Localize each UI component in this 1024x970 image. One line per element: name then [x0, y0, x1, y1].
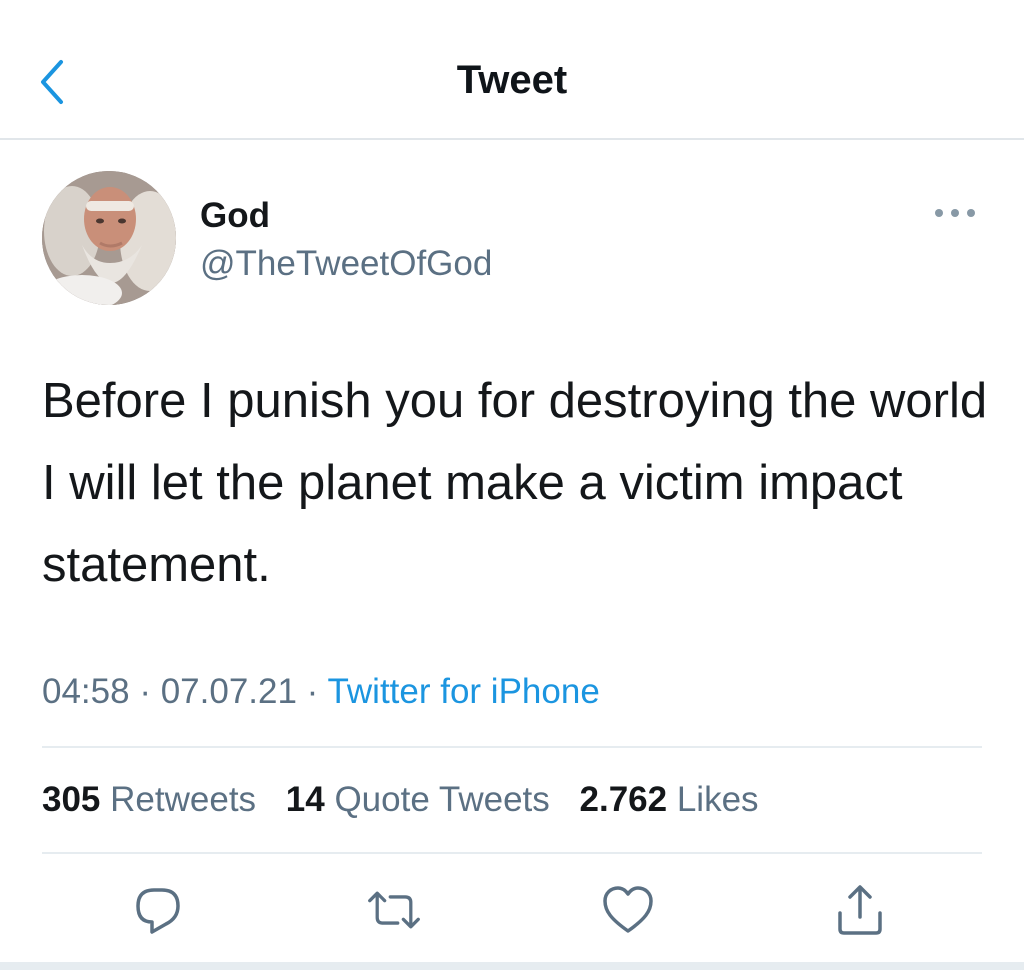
tweet-time: 04:58: [42, 672, 130, 711]
author-handle[interactable]: @TheTweetOfGod: [200, 244, 492, 284]
tweet-meta: 04:58 · 07.07.21 · Twitter for iPhone: [42, 672, 600, 712]
tweet-source-link[interactable]: Twitter for iPhone: [327, 672, 599, 711]
divider: [42, 746, 982, 748]
tweet-date: 07.07.21: [160, 672, 297, 711]
retweets-count: 305: [42, 780, 101, 819]
retweets-label: Retweets: [110, 780, 257, 819]
meta-separator: ·: [296, 672, 328, 711]
more-icon: [935, 209, 975, 217]
quote-tweets-label: Quote Tweets: [334, 780, 550, 819]
reply-button[interactable]: [130, 882, 186, 938]
share-icon: [838, 885, 882, 935]
author-name[interactable]: God: [200, 196, 270, 236]
page-title: Tweet: [456, 58, 568, 102]
retweet-button[interactable]: [366, 882, 422, 938]
likes-count: 2.762: [579, 780, 668, 819]
bottom-separator: [0, 962, 1024, 970]
retweet-icon: [368, 891, 420, 929]
likes-label: Likes: [676, 780, 759, 819]
divider: [42, 852, 982, 854]
tweet-text: Before I punish you for destroying the w…: [42, 374, 988, 592]
share-button[interactable]: [832, 882, 888, 938]
tweet-stats: 305 Retweets 14 Quote Tweets 2.762 Likes: [42, 780, 779, 820]
avatar-icon: [42, 171, 176, 305]
retweets-stat[interactable]: 305 Retweets: [42, 780, 256, 819]
top-navigation-bar: Tweet: [0, 0, 1024, 140]
likes-stat[interactable]: 2.762 Likes: [580, 780, 759, 819]
reply-icon: [136, 888, 180, 934]
quote-tweets-stat[interactable]: 14 Quote Tweets: [286, 780, 550, 819]
more-options-button[interactable]: [930, 198, 980, 228]
heart-icon: [603, 886, 653, 933]
avatar[interactable]: [42, 171, 176, 305]
quote-tweets-count: 14: [285, 780, 325, 819]
meta-separator: ·: [129, 672, 161, 711]
like-button[interactable]: [600, 882, 656, 938]
